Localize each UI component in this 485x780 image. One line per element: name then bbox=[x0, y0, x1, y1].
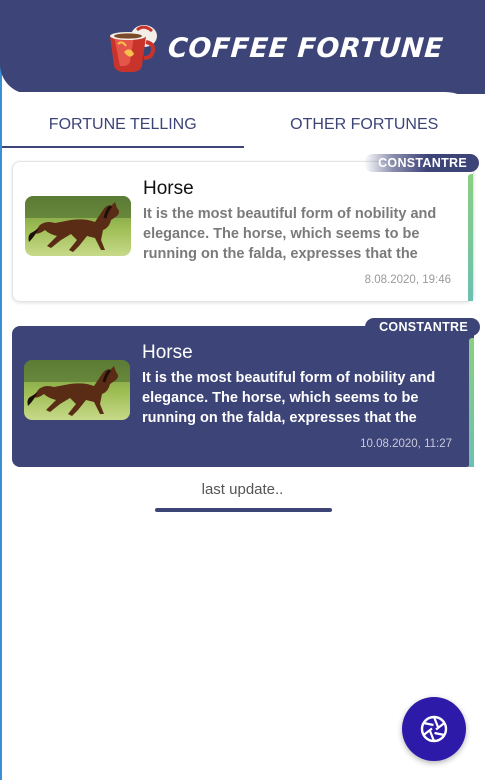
fortune-card[interactable]: CONSTANTRE Horse It is the most beautifu… bbox=[12, 154, 479, 302]
horse-image bbox=[25, 196, 131, 256]
fortune-date: 8.08.2020, 19:46 bbox=[364, 274, 451, 286]
tab-bar: FORTUNE TELLING OTHER FORTUNES bbox=[2, 100, 485, 150]
tab-label: OTHER FORTUNES bbox=[290, 116, 439, 133]
fortune-type-badge: CONSTANTRE bbox=[364, 154, 479, 172]
camera-button[interactable] bbox=[402, 697, 466, 761]
tab-fortune-telling[interactable]: FORTUNE TELLING bbox=[2, 100, 244, 150]
fortune-title: Horse bbox=[142, 342, 193, 363]
tab-label: FORTUNE TELLING bbox=[48, 116, 197, 133]
camera-aperture-icon bbox=[420, 715, 448, 743]
card-accent-bar bbox=[469, 338, 474, 467]
coffee-cup-icon bbox=[110, 25, 157, 72]
app-screen: COFFEE FORTUNE FORTUNE TELLING OTHER FOR… bbox=[0, 0, 485, 780]
app-logo: COFFEE FORTUNE bbox=[104, 22, 445, 74]
fortune-date: 10.08.2020, 11:27 bbox=[360, 438, 452, 450]
horse-image bbox=[24, 360, 130, 420]
fortune-type-badge: CONSTANTRE bbox=[365, 318, 480, 336]
fortune-card[interactable]: CONSTANTRE Horse It is the most beautifu… bbox=[12, 318, 480, 467]
card-accent-bar bbox=[468, 174, 473, 301]
fortune-title: Horse bbox=[143, 178, 194, 199]
app-title: COFFEE FORTUNE bbox=[166, 32, 445, 64]
fortune-description: It is the most beautiful form of nobilit… bbox=[143, 206, 437, 262]
app-header: COFFEE FORTUNE bbox=[0, 0, 485, 94]
last-update-label: last update.. bbox=[201, 481, 284, 498]
fortune-description: It is the most beautiful form of nobilit… bbox=[142, 370, 436, 426]
update-indicator-bar bbox=[155, 508, 332, 512]
tab-other-fortunes[interactable]: OTHER FORTUNES bbox=[244, 100, 485, 150]
